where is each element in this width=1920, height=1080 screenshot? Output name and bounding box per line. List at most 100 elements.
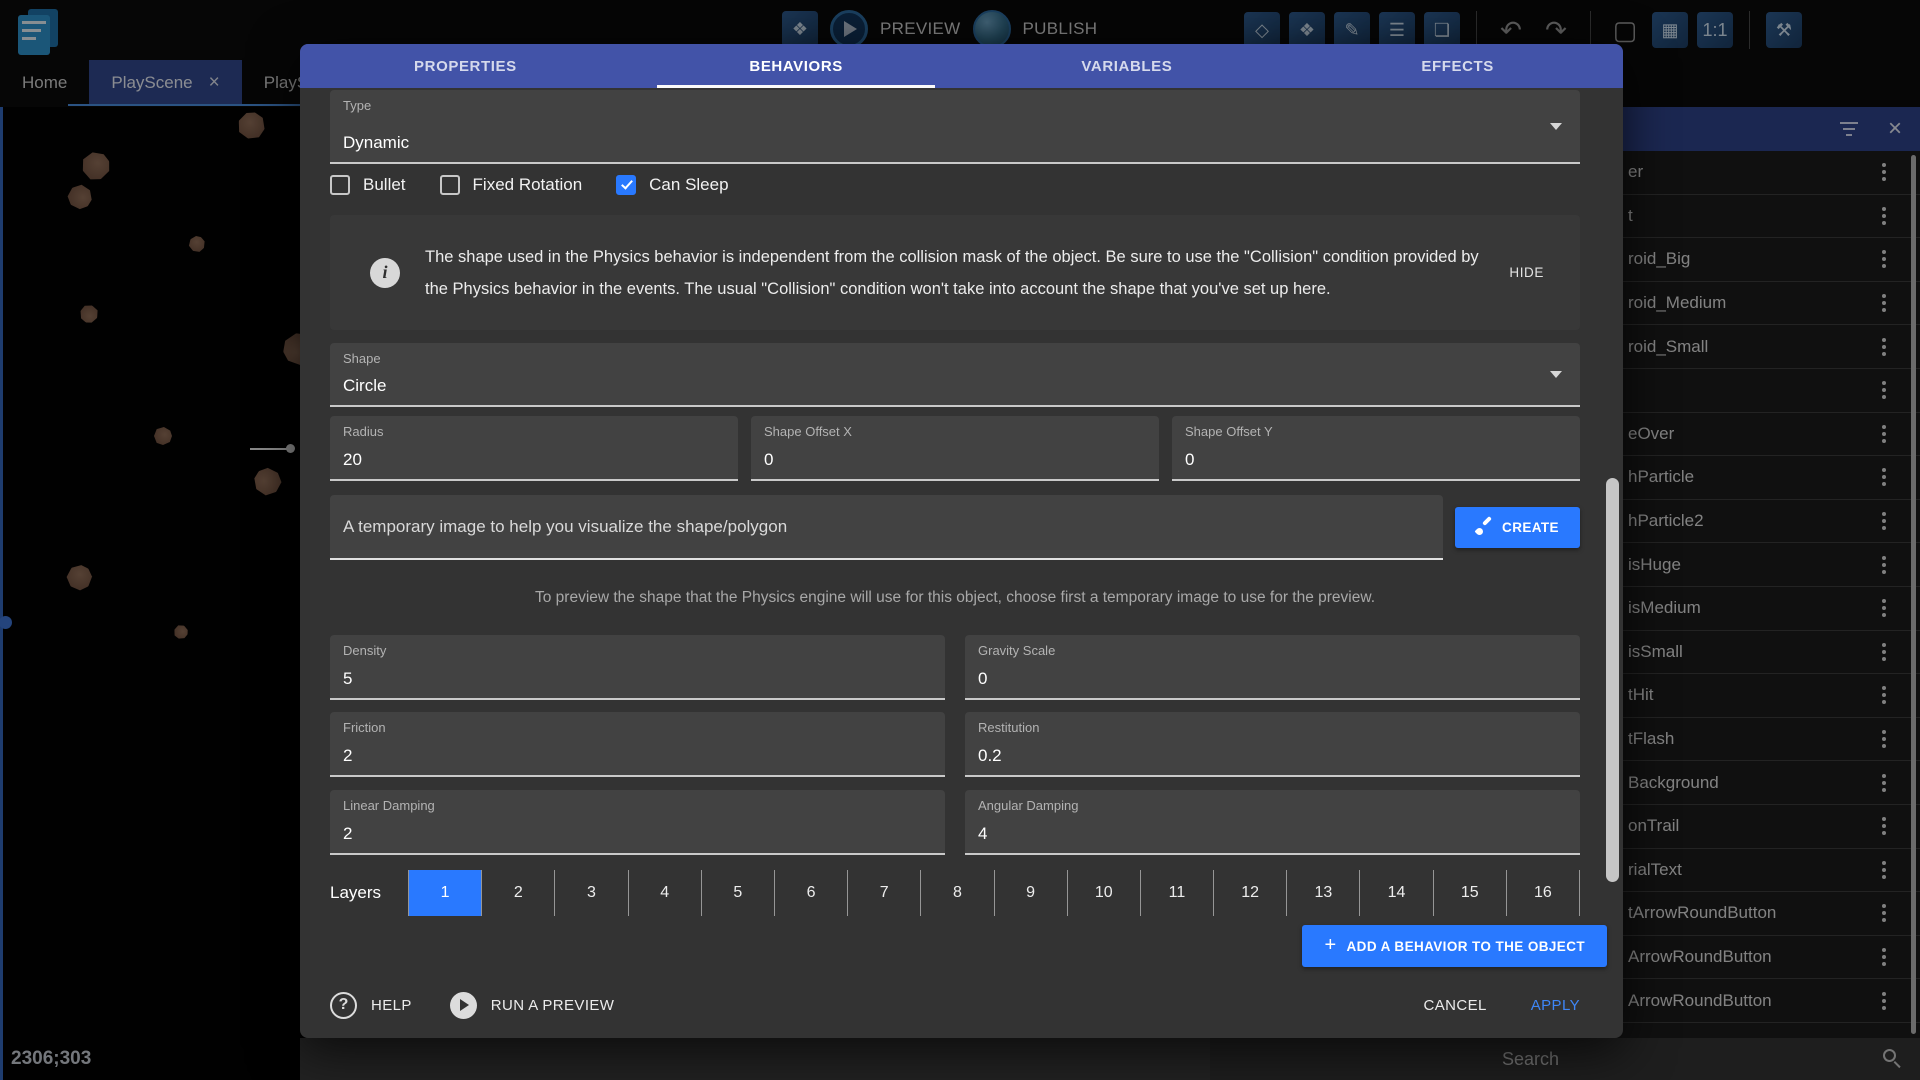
shape-params-row: Radius 20 Shape Offset X 0 Shape Offset … bbox=[330, 416, 1580, 481]
radius-field[interactable]: Radius 20 bbox=[330, 416, 738, 481]
angular-damping-label: Angular Damping bbox=[978, 798, 1078, 813]
temp-image-row: A temporary image to help you visualize … bbox=[330, 495, 1580, 560]
layer-13[interactable]: 13 bbox=[1286, 870, 1359, 916]
layer-2[interactable]: 2 bbox=[481, 870, 554, 916]
checkbox-label: Fixed Rotation bbox=[473, 175, 583, 195]
checkbox-bullet[interactable]: Bullet bbox=[330, 175, 406, 195]
layers-label: Layers bbox=[330, 883, 408, 903]
density-value: 5 bbox=[343, 669, 352, 689]
dialog-scrollbar[interactable] bbox=[1606, 478, 1619, 882]
layer-7[interactable]: 7 bbox=[847, 870, 920, 916]
shape-value: Circle bbox=[343, 376, 386, 396]
shape-offset-y-label: Shape Offset Y bbox=[1185, 424, 1273, 439]
layer-15[interactable]: 15 bbox=[1433, 870, 1506, 916]
layer-8[interactable]: 8 bbox=[920, 870, 993, 916]
checkbox-row: Bullet Fixed Rotation Can Sleep bbox=[330, 170, 1580, 200]
shape-offset-y-value: 0 bbox=[1185, 450, 1194, 470]
footer-right: CANCEL APPLY bbox=[1424, 997, 1581, 1014]
layer-6[interactable]: 6 bbox=[774, 870, 847, 916]
run-preview-button[interactable]: RUN A PREVIEW bbox=[491, 997, 615, 1014]
linear-damping-value: 2 bbox=[343, 824, 352, 844]
layer-cells: 12345678910111213141516 bbox=[408, 870, 1580, 916]
chevron-down-icon bbox=[1550, 371, 1562, 378]
add-behavior-label: ADD A BEHAVIOR TO THE OBJECT bbox=[1347, 939, 1585, 954]
friction-field[interactable]: Friction 2 bbox=[330, 712, 945, 777]
shape-offset-x-label: Shape Offset X bbox=[764, 424, 852, 439]
gravity-scale-field[interactable]: Gravity Scale 0 bbox=[965, 635, 1580, 700]
shape-offset-x-field[interactable]: Shape Offset X 0 bbox=[751, 416, 1159, 481]
layer-16[interactable]: 16 bbox=[1506, 870, 1579, 916]
dialog-footer: ? HELP RUN A PREVIEW CANCEL APPLY bbox=[330, 975, 1580, 1035]
footer-left: ? HELP RUN A PREVIEW bbox=[330, 992, 614, 1019]
layer-4[interactable]: 4 bbox=[628, 870, 701, 916]
layer-10[interactable]: 10 bbox=[1067, 870, 1140, 916]
dialog-tab-properties[interactable]: PROPERTIES bbox=[300, 44, 631, 88]
apply-button[interactable]: APPLY bbox=[1531, 997, 1580, 1014]
angular-damping-value: 4 bbox=[978, 824, 987, 844]
density-row: Density 5 Gravity Scale 0 bbox=[330, 635, 1580, 700]
checkbox-label: Can Sleep bbox=[649, 175, 728, 195]
layers-row: Layers 12345678910111213141516 bbox=[330, 868, 1580, 918]
temp-image-placeholder: A temporary image to help you visualize … bbox=[343, 517, 787, 537]
cancel-button[interactable]: CANCEL bbox=[1424, 997, 1487, 1014]
restitution-label: Restitution bbox=[978, 720, 1039, 735]
info-icon: i bbox=[370, 258, 400, 288]
dialog-tab-effects[interactable]: EFFECTS bbox=[1292, 44, 1623, 88]
layer-9[interactable]: 9 bbox=[994, 870, 1067, 916]
add-behavior-row: + ADD A BEHAVIOR TO THE OBJECT bbox=[330, 925, 1607, 967]
type-label: Type bbox=[343, 98, 371, 113]
gravity-scale-label: Gravity Scale bbox=[978, 643, 1055, 658]
density-label: Density bbox=[343, 643, 386, 658]
friction-value: 2 bbox=[343, 746, 352, 766]
layer-3[interactable]: 3 bbox=[554, 870, 627, 916]
plus-icon: + bbox=[1324, 934, 1336, 957]
run-preview-icon[interactable] bbox=[450, 992, 477, 1019]
run-play-triangle bbox=[460, 999, 469, 1011]
checkbox-box bbox=[616, 175, 636, 195]
dialog-tab-behaviors[interactable]: BEHAVIORS bbox=[631, 44, 962, 88]
angular-damping-field[interactable]: Angular Damping 4 bbox=[965, 790, 1580, 855]
type-select[interactable]: Type Dynamic bbox=[330, 90, 1580, 164]
restitution-value: 0.2 bbox=[978, 746, 1002, 766]
hide-note-button[interactable]: HIDE bbox=[1509, 265, 1544, 280]
dialog-body: Type Dynamic Bullet Fixed Rotation Can Sle… bbox=[300, 88, 1623, 1035]
radius-value: 20 bbox=[343, 450, 362, 470]
help-button[interactable]: HELP bbox=[371, 997, 412, 1014]
shape-select[interactable]: Shape Circle bbox=[330, 343, 1580, 407]
checkbox-label: Bullet bbox=[363, 175, 406, 195]
layer-1[interactable]: 1 bbox=[409, 870, 481, 916]
density-field[interactable]: Density 5 bbox=[330, 635, 945, 700]
layer-11[interactable]: 11 bbox=[1140, 870, 1213, 916]
linear-damping-field[interactable]: Linear Damping 2 bbox=[330, 790, 945, 855]
restitution-field[interactable]: Restitution 0.2 bbox=[965, 712, 1580, 777]
check-icon bbox=[621, 177, 633, 189]
checkbox-box bbox=[440, 175, 460, 195]
physics-behavior-dialog: PROPERTIESBEHAVIORSVARIABLESEFFECTS Type… bbox=[300, 44, 1623, 1038]
friction-row: Friction 2 Restitution 0.2 bbox=[330, 712, 1580, 777]
help-icon[interactable]: ? bbox=[330, 992, 357, 1019]
layer-14[interactable]: 14 bbox=[1359, 870, 1432, 916]
shape-label: Shape bbox=[343, 351, 381, 366]
dialog-tab-variables[interactable]: VARIABLES bbox=[962, 44, 1293, 88]
layer-5[interactable]: 5 bbox=[701, 870, 774, 916]
dialog-tabs: PROPERTIESBEHAVIORSVARIABLESEFFECTS bbox=[300, 44, 1623, 88]
checkbox-fixed-rotation[interactable]: Fixed Rotation bbox=[440, 175, 583, 195]
checkbox-box bbox=[330, 175, 350, 195]
damping-row: Linear Damping 2 Angular Damping 4 bbox=[330, 790, 1580, 855]
type-value: Dynamic bbox=[343, 133, 409, 153]
chevron-down-icon bbox=[1550, 123, 1562, 130]
checkbox-can-sleep[interactable]: Can Sleep bbox=[616, 175, 728, 195]
friction-label: Friction bbox=[343, 720, 386, 735]
gravity-scale-value: 0 bbox=[978, 669, 987, 689]
create-label: CREATE bbox=[1502, 520, 1559, 535]
add-behavior-button[interactable]: + ADD A BEHAVIOR TO THE OBJECT bbox=[1302, 925, 1607, 967]
layer-12[interactable]: 12 bbox=[1213, 870, 1286, 916]
radius-label: Radius bbox=[343, 424, 383, 439]
shape-offset-y-field[interactable]: Shape Offset Y 0 bbox=[1172, 416, 1580, 481]
shape-offset-x-value: 0 bbox=[764, 450, 773, 470]
info-note: i The shape used in the Physics behavior… bbox=[330, 215, 1580, 330]
temp-image-field[interactable]: A temporary image to help you visualize … bbox=[330, 495, 1443, 560]
create-button[interactable]: CREATE bbox=[1455, 507, 1580, 548]
linear-damping-label: Linear Damping bbox=[343, 798, 435, 813]
info-text: The shape used in the Physics behavior i… bbox=[425, 241, 1495, 305]
